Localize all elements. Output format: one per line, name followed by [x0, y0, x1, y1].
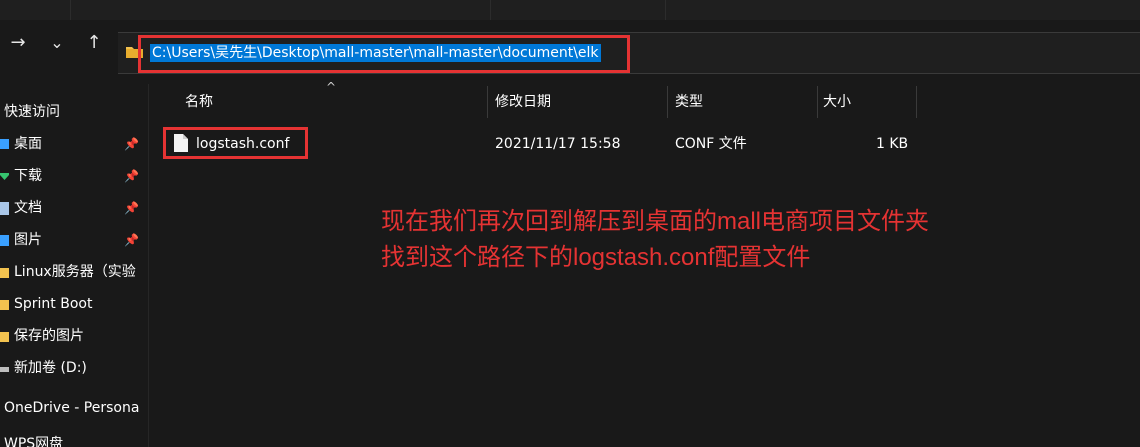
sidebar-item-label: Sprint Boot	[14, 296, 93, 312]
sidebar-item-sprint-boot[interactable]: Sprint Boot	[0, 290, 148, 318]
title-strip	[0, 0, 1140, 20]
file-type: CONF 文件	[675, 136, 747, 152]
pin-icon: 📌	[124, 233, 139, 247]
sidebar-item-label: 下载	[14, 168, 42, 184]
file-size: 1 KB	[876, 136, 909, 152]
forward-button[interactable]: →	[8, 33, 28, 53]
sidebar-item-drive-d[interactable]: 新加卷 (D:)	[0, 354, 148, 382]
column-header-type[interactable]: 类型	[675, 90, 815, 118]
sidebar-item-desktop[interactable]: 桌面 📌	[0, 130, 148, 158]
sidebar-item-label: 文档	[14, 200, 42, 216]
folder-icon	[0, 300, 9, 310]
column-separator[interactable]	[487, 86, 488, 118]
sidebar-item-onedrive[interactable]: OneDrive - Persona	[0, 394, 148, 422]
folder-icon	[0, 268, 9, 278]
column-separator[interactable]	[916, 86, 917, 118]
pin-icon: 📌	[124, 169, 139, 183]
column-header-size[interactable]: 大小	[823, 90, 913, 118]
column-header-name[interactable]: 名称	[185, 90, 485, 118]
annotation-line-2: 找到这个路径下的logstash.conf配置文件	[381, 244, 811, 271]
up-button[interactable]: ↑	[84, 33, 104, 53]
column-header-modified[interactable]: 修改日期	[495, 90, 665, 118]
sidebar-item-wps-cloud[interactable]: WPS网盘	[0, 430, 148, 447]
title-strip-segment	[490, 0, 666, 20]
folder-icon	[0, 332, 9, 342]
pin-icon: 📌	[124, 201, 139, 215]
column-separator[interactable]	[667, 86, 668, 118]
sidebar-item-label: 快速访问	[4, 104, 60, 120]
sidebar-item-documents[interactable]: 文档 📌	[0, 194, 148, 222]
drive-icon	[0, 367, 9, 372]
sidebar-item-label: WPS网盘	[4, 436, 64, 447]
navigation-pane: 快速访问 桌面 📌 下载 📌 文档 📌 图片 📌 Linux服务器（实验 Spr…	[0, 84, 148, 447]
sidebar-item-downloads[interactable]: 下载 📌	[0, 162, 148, 190]
pin-icon: 📌	[124, 137, 139, 151]
highlight-box-file	[163, 127, 308, 159]
sidebar-item-linux-server[interactable]: Linux服务器（实验	[0, 258, 148, 286]
title-strip-segment	[0, 0, 71, 20]
pane-divider[interactable]	[148, 84, 149, 447]
sidebar-item-label: 图片	[14, 232, 42, 248]
highlight-box-address	[138, 35, 630, 73]
sidebar-item-pictures[interactable]: 图片 📌	[0, 226, 148, 254]
title-strip-segment	[70, 0, 491, 20]
sidebar-item-label: Linux服务器（实验	[14, 264, 136, 280]
sidebar-item-label: 新加卷 (D:)	[14, 360, 87, 376]
document-icon	[0, 202, 9, 215]
annotation-line-1: 现在我们再次回到解压到桌面的mall电商项目文件夹	[381, 208, 930, 235]
sidebar-item-label: OneDrive - Persona	[4, 400, 140, 416]
column-separator[interactable]	[817, 86, 818, 118]
title-strip-segment	[665, 0, 1140, 20]
sidebar-item-label: 桌面	[14, 136, 42, 152]
sidebar-item-saved-pictures[interactable]: 保存的图片	[0, 322, 148, 350]
download-icon	[0, 173, 9, 180]
file-modified: 2021/11/17 15:58	[495, 136, 621, 152]
sidebar-quick-access[interactable]: 快速访问	[0, 98, 148, 126]
recent-locations-dropdown[interactable]: ⌄	[47, 33, 67, 53]
sidebar-item-label: 保存的图片	[14, 328, 84, 344]
desktop-icon	[0, 139, 9, 149]
picture-icon	[0, 235, 9, 246]
